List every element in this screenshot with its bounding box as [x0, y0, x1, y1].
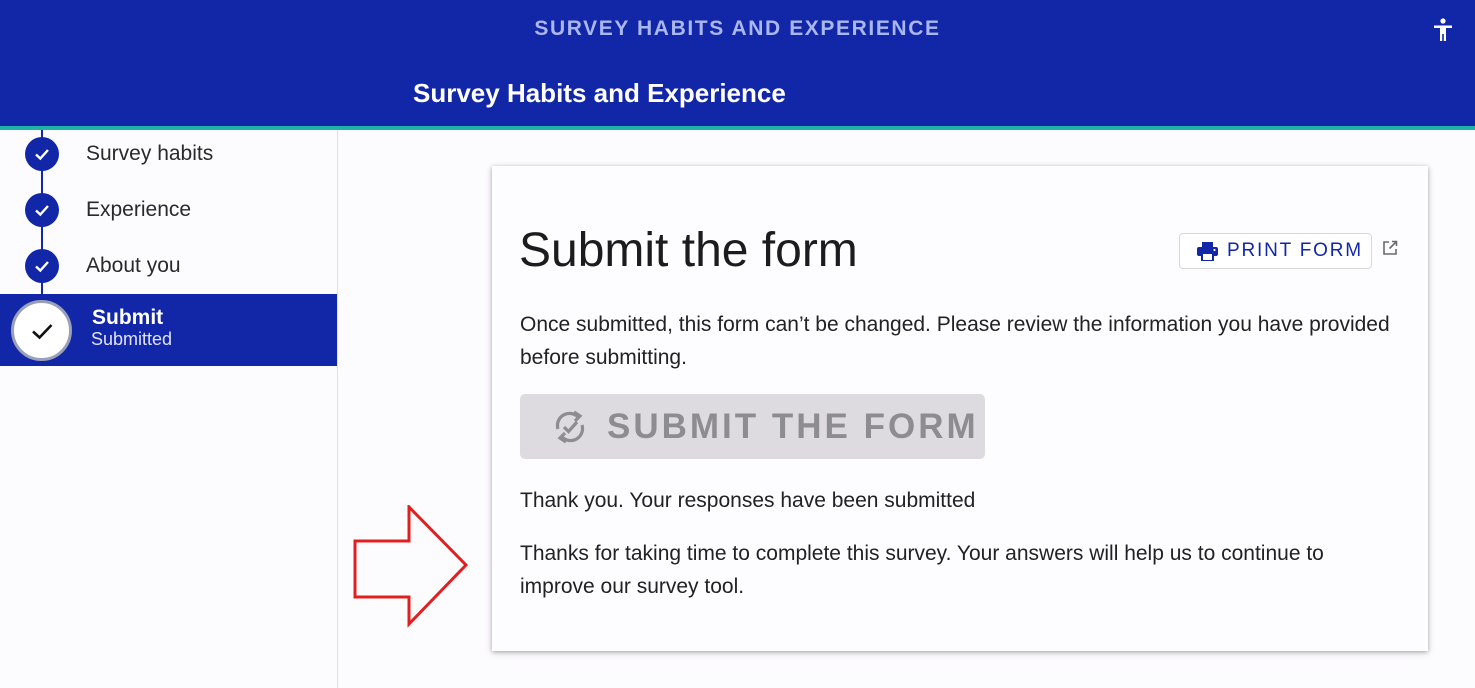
- check-icon: [25, 193, 59, 227]
- submit-form-label: SUBMIT THE FORM: [607, 406, 979, 446]
- page-title: Submit the form: [519, 224, 858, 277]
- app-header: SURVEY HABITS AND EXPERIENCE Survey Habi…: [0, 0, 1475, 126]
- printer-icon: [1197, 241, 1218, 261]
- sidebar-item-about-you[interactable]: About you: [0, 238, 337, 294]
- survey-thanks-detail: Thanks for taking time to complete this …: [520, 542, 1324, 598]
- check-icon: [25, 249, 59, 283]
- print-form-button[interactable]: PRINT FORM: [1179, 233, 1372, 269]
- page-heading: Survey Habits and Experience: [413, 78, 786, 108]
- sidebar-item-label: Experience: [86, 198, 192, 221]
- sidebar-item-label: About you: [86, 254, 181, 277]
- accessibility-icon: [1434, 18, 1452, 41]
- red-arrow-icon: [353, 505, 469, 628]
- check-icon: [11, 300, 72, 361]
- review-warning-text: Once submitted, this form can’t be chang…: [520, 313, 1390, 369]
- app-title: SURVEY HABITS AND EXPERIENCE: [534, 17, 941, 40]
- external-link-icon[interactable]: [1381, 239, 1399, 257]
- sidebar-stepper: Survey habits Experience About you Submi…: [0, 130, 338, 688]
- check-icon: [25, 137, 59, 171]
- sync-check-icon: [555, 410, 585, 443]
- sidebar-item-label: Submit: [92, 306, 164, 329]
- thank-you-message: Thank you. Your responses have been subm…: [520, 489, 976, 512]
- sidebar-item-survey-habits[interactable]: Survey habits: [0, 126, 337, 182]
- sidebar-item-experience[interactable]: Experience: [0, 182, 337, 238]
- sidebar-item-status: Submitted: [91, 329, 173, 349]
- sidebar-item-submit[interactable]: Submit Submitted: [0, 294, 337, 366]
- accessibility-button[interactable]: [1430, 16, 1456, 44]
- sidebar-item-label: Survey habits: [86, 142, 214, 165]
- submit-form-button[interactable]: SUBMIT THE FORM: [520, 394, 985, 459]
- submit-card: Submit the form PRINT FORM Once submitte…: [492, 166, 1428, 651]
- print-form-label: PRINT FORM: [1227, 240, 1363, 261]
